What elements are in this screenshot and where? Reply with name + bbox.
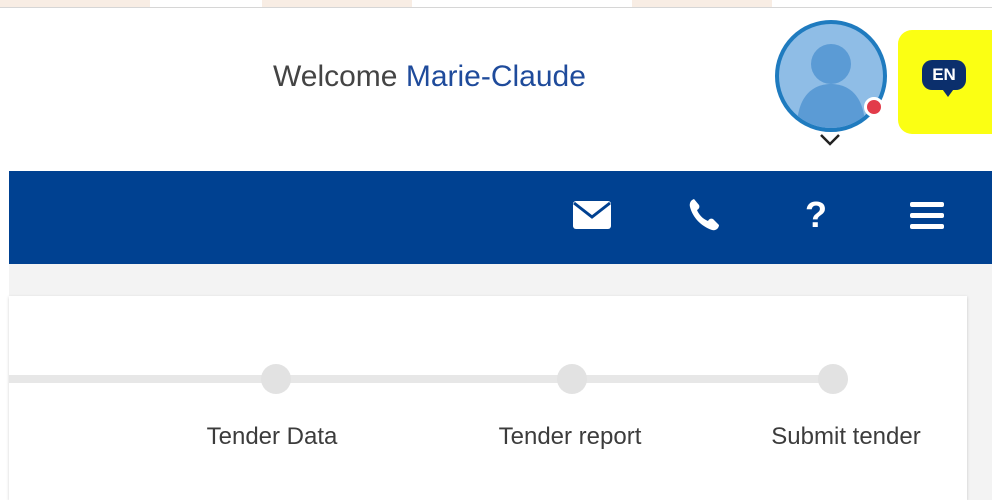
welcome-prefix: Welcome — [273, 60, 398, 93]
phone-icon[interactable] — [686, 195, 722, 235]
step-label-submit-tender[interactable]: Submit tender — [771, 423, 920, 451]
stepper-progress-line — [9, 375, 845, 383]
help-icon[interactable]: ? — [802, 194, 830, 235]
step-label-tender-report[interactable]: Tender report — [499, 423, 642, 451]
top-strip-segment — [632, 0, 772, 7]
step-dot-tender-data[interactable] — [261, 364, 291, 394]
step-label-tender-data[interactable]: Tender Data — [207, 423, 338, 451]
top-strip — [0, 0, 992, 8]
welcome-message: Welcome Marie-Claude — [273, 60, 586, 94]
tender-card — [9, 296, 967, 500]
chevron-down-icon[interactable] — [818, 132, 842, 153]
help-label: ? — [805, 194, 827, 235]
step-dot-submit-tender[interactable] — [818, 364, 848, 394]
main-navbar — [9, 171, 992, 264]
user-avatar[interactable] — [775, 20, 887, 132]
speech-bubble-icon — [940, 86, 956, 97]
mail-icon[interactable] — [569, 195, 615, 235]
top-strip-segment — [0, 0, 150, 7]
user-name: Marie-Claude — [405, 60, 586, 93]
step-dot-tender-report[interactable] — [557, 364, 587, 394]
status-indicator — [864, 97, 884, 117]
menu-icon[interactable] — [908, 195, 946, 235]
language-switcher-button[interactable]: EN — [922, 60, 966, 100]
top-strip-segment — [262, 0, 412, 7]
